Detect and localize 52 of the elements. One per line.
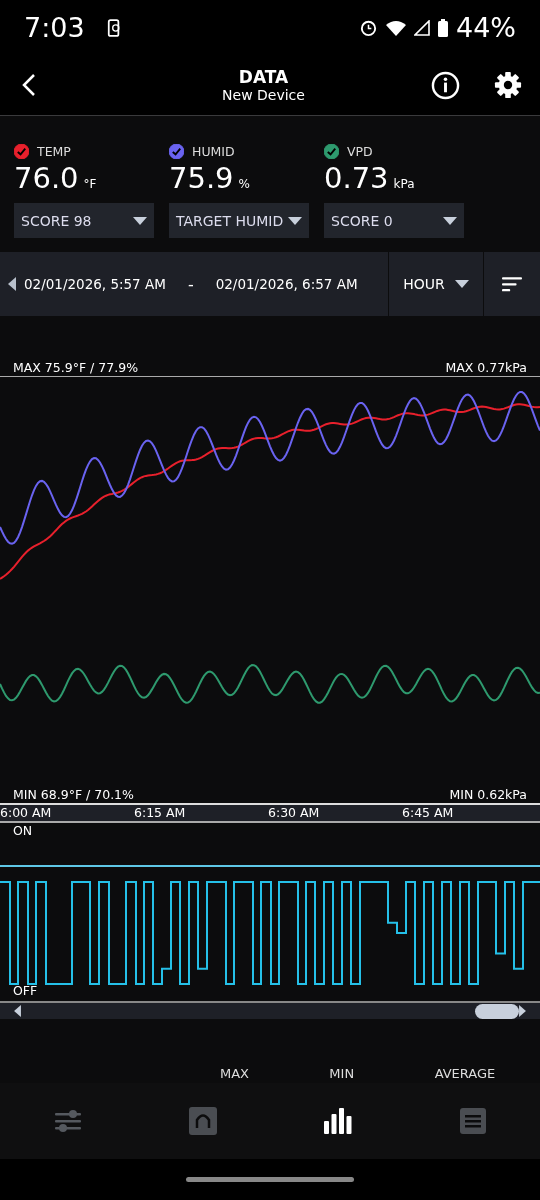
checkbox[interactable]: [169, 144, 184, 159]
metric-value: 75.9: [169, 161, 234, 195]
min-label: MIN 0.62kPa: [449, 787, 527, 803]
metric-unit: %: [238, 177, 250, 191]
stats-heading: MIN: [328, 1066, 356, 1081]
bar-chart-icon[interactable]: [323, 1108, 352, 1134]
min-label: MIN 68.9°F / 70.1%: [13, 787, 134, 803]
metric-label: TEMP: [37, 144, 71, 159]
end-date[interactable]: 02/01/2026, 6:57 AM: [215, 276, 358, 292]
metric-label: VPD: [347, 144, 373, 159]
max-label: MAX 0.77kPa: [445, 360, 527, 376]
score-dropdown[interactable]: TARGET HUMID: [169, 203, 309, 238]
stats-heading: AVERAGE: [434, 1066, 497, 1081]
metric-value: 0.73: [324, 161, 389, 195]
date-separator: -: [187, 274, 194, 294]
status-time: 7:03: [24, 12, 85, 43]
battery-percent: 44%: [456, 12, 516, 43]
caret-icon: [288, 216, 302, 225]
caret-icon: [443, 216, 457, 225]
caret-icon: [133, 216, 147, 225]
sliders-icon[interactable]: [54, 1110, 81, 1132]
alarm-icon: [359, 18, 378, 37]
score-dropdown[interactable]: SCORE 98: [14, 203, 154, 238]
phone-sync-icon: [106, 18, 121, 37]
on-label: ON: [12, 823, 34, 839]
time-label: 6:45 AM: [402, 805, 455, 821]
metric-unit: °F: [83, 177, 97, 191]
metric-value: 76.0: [14, 161, 79, 195]
stats-heading: MAX: [220, 1066, 250, 1081]
battery-icon: [438, 18, 448, 37]
page-title: DATA: [238, 67, 289, 87]
previous-icon[interactable]: [8, 277, 16, 291]
device-name: New Device: [222, 87, 305, 103]
checkbox[interactable]: [14, 144, 29, 159]
off-label: OFF: [12, 983, 39, 999]
back-icon[interactable]: [22, 73, 36, 97]
info-icon[interactable]: [431, 70, 460, 100]
signal-icon: [414, 19, 430, 36]
time-label: 6:15 AM: [134, 805, 187, 821]
time-label: 6:00 AM: [0, 805, 53, 821]
caret-icon: [454, 280, 469, 288]
time-label: 6:30 AM: [268, 805, 321, 821]
wifi-icon: [386, 19, 406, 36]
scroll-bar[interactable]: [0, 1001, 540, 1019]
sort-icon[interactable]: [502, 276, 522, 292]
scroll-left-icon[interactable]: [14, 1005, 21, 1017]
start-date[interactable]: 02/01/2026, 5:57 AM: [24, 276, 166, 292]
max-label: MAX 75.9°F / 77.9%: [13, 360, 138, 376]
metric-label: HUMID: [192, 144, 235, 159]
score-dropdown[interactable]: SCORE 0: [324, 203, 464, 238]
metric-unit: kPa: [393, 177, 415, 191]
checkbox[interactable]: [324, 144, 339, 159]
